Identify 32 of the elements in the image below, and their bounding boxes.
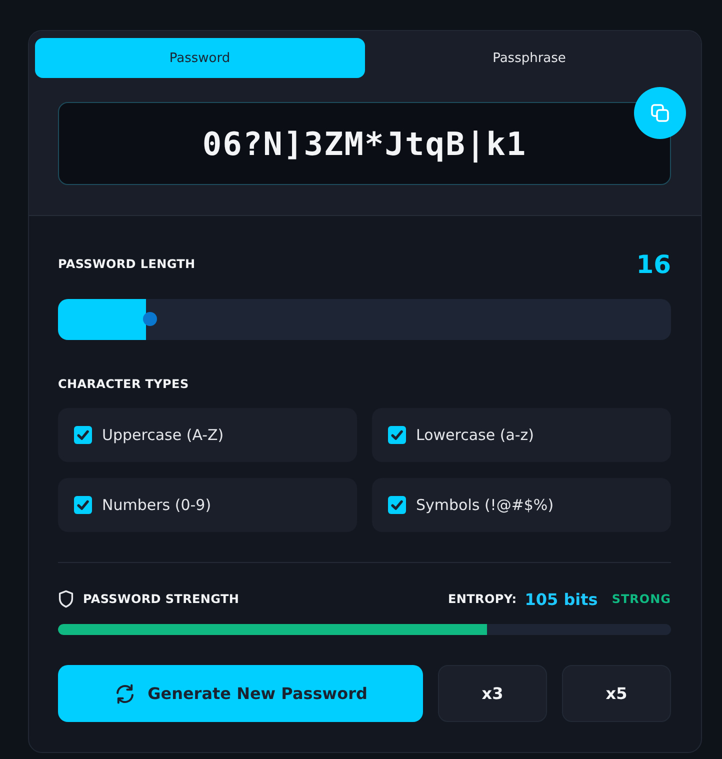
checkbox[interactable] bbox=[388, 426, 406, 444]
section-label: PASSWORD LENGTH bbox=[58, 257, 196, 271]
option-label: Lowercase (a-z) bbox=[416, 426, 534, 444]
batch-button[interactable]: x3 bbox=[438, 665, 547, 722]
slider-thumb[interactable] bbox=[143, 312, 158, 326]
option-card[interactable]: Symbols (!@#$%) bbox=[372, 478, 671, 532]
generate-button[interactable]: Generate New Password bbox=[58, 665, 423, 722]
entropy-label: ENTROPY: bbox=[448, 592, 517, 606]
password-value: 06?N]3ZM*JtqB|k1 bbox=[202, 124, 527, 162]
refresh-icon bbox=[114, 682, 136, 704]
option-card[interactable]: Lowercase (a-z) bbox=[372, 408, 671, 462]
length-value: 16 bbox=[636, 250, 671, 278]
checkbox[interactable] bbox=[74, 426, 92, 444]
length-slider-track[interactable] bbox=[58, 299, 671, 340]
tab[interactable]: Passphrase bbox=[364, 38, 694, 78]
copy-button[interactable] bbox=[634, 87, 686, 139]
option-card[interactable]: Uppercase (A-Z) bbox=[58, 408, 357, 462]
section-label: CHARACTER TYPES bbox=[58, 377, 189, 391]
tab[interactable]: Password bbox=[35, 38, 364, 78]
option-card[interactable]: Numbers (0-9) bbox=[58, 478, 357, 532]
option-label: Uppercase (A-Z) bbox=[102, 426, 224, 444]
checkbox[interactable] bbox=[74, 496, 92, 514]
strength-rating: STRONG bbox=[612, 592, 671, 606]
password-field[interactable]: 06?N]3ZM*JtqB|k1 bbox=[58, 102, 671, 185]
option-label: Symbols (!@#$%) bbox=[416, 496, 554, 514]
section-label: PASSWORD STRENGTH bbox=[83, 592, 240, 606]
shield-icon bbox=[58, 590, 74, 608]
copy-icon bbox=[650, 103, 670, 123]
checkbox[interactable] bbox=[388, 496, 406, 514]
option-label: Numbers (0-9) bbox=[102, 496, 212, 514]
batch-button[interactable]: x5 bbox=[562, 665, 671, 722]
entropy-value: 105 bits bbox=[524, 590, 598, 608]
